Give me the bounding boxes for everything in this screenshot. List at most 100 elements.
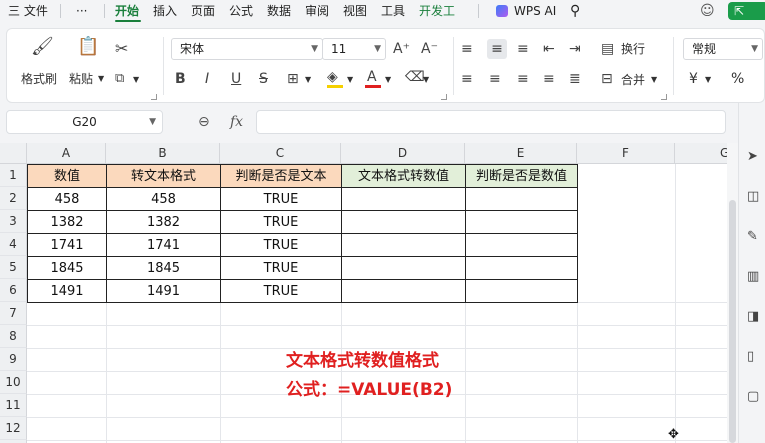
cut-icon[interactable]: ✂ (115, 41, 128, 57)
data-cell[interactable] (465, 210, 578, 234)
file-menu[interactable]: 三 文件 (8, 2, 48, 20)
data-cell[interactable]: 1741 (27, 233, 107, 257)
number-format-select[interactable]: 常规 ▼ (683, 38, 763, 60)
filter-icon[interactable]: ◨ (747, 309, 759, 324)
copy-icon[interactable]: ⧉ (115, 71, 124, 87)
style-icon[interactable]: ◫ (747, 189, 759, 204)
wrap-text-label[interactable]: 换行 (621, 41, 645, 57)
header-cell-is-number[interactable]: 判断是否是数值 (465, 164, 578, 188)
chevron-down-icon[interactable]: ▼ (149, 111, 156, 133)
column-header-a[interactable]: A (27, 143, 106, 164)
formula-input[interactable] (256, 110, 726, 134)
chevron-down-icon[interactable]: ▼ (347, 72, 353, 88)
data-cell[interactable]: 1741 (106, 233, 221, 257)
cursor-tool-icon[interactable]: ➤ (747, 149, 758, 164)
row-header-3[interactable]: 3 (0, 210, 27, 233)
header-cell-is-text[interactable]: 判断是否是文本 (220, 164, 342, 188)
document-icon[interactable]: ▯ (747, 349, 754, 364)
data-cell[interactable]: TRUE (220, 210, 342, 234)
function-icon[interactable]: fx (230, 114, 243, 130)
dialog-launcher[interactable] (661, 94, 667, 100)
fill-color-icon[interactable]: ◈ (327, 69, 338, 85)
share-button[interactable]: ⇱ (728, 2, 765, 20)
wrap-text-icon[interactable]: ▤ (601, 41, 614, 57)
row-header-8[interactable]: 8 (0, 325, 27, 348)
bold-button[interactable]: B (175, 71, 186, 87)
row-header-12[interactable]: 12 (0, 417, 27, 440)
spreadsheet-grid[interactable]: A B C D E F G 1 2 3 4 5 6 7 8 9 10 11 12… (0, 143, 727, 443)
underline-button[interactable]: U (231, 71, 241, 87)
data-cell[interactable]: 1845 (27, 256, 107, 280)
chat-icon[interactable]: ☺ (700, 2, 715, 20)
clear-format-icon[interactable]: ⌫ (405, 69, 425, 85)
tab-formula[interactable]: 公式 (229, 2, 253, 20)
data-cell[interactable] (341, 279, 466, 303)
row-header-1[interactable]: 1 (0, 164, 27, 187)
data-cell[interactable]: TRUE (220, 233, 342, 257)
paste-label[interactable]: 粘贴 (69, 71, 93, 87)
merge-cells-label[interactable]: 合并 (621, 72, 645, 88)
chevron-down-icon[interactable]: ▼ (133, 72, 139, 88)
chevron-down-icon[interactable]: ▼ (305, 72, 311, 88)
column-header-c[interactable]: C (220, 143, 341, 164)
format-painter-icon[interactable]: 🖌 (31, 38, 54, 56)
align-bottom-icon[interactable]: ≡ (517, 41, 529, 57)
dialog-launcher[interactable] (441, 94, 447, 100)
column-header-f[interactable]: F (577, 143, 675, 164)
data-cell[interactable]: TRUE (220, 187, 342, 211)
row-header-9[interactable]: 9 (0, 348, 27, 371)
data-cell[interactable]: TRUE (220, 279, 342, 303)
row-header-6[interactable]: 6 (0, 279, 27, 302)
align-top-icon[interactable]: ≡ (461, 41, 473, 57)
data-cell[interactable] (341, 187, 466, 211)
data-cell[interactable]: 1382 (27, 210, 107, 234)
data-cell[interactable]: 458 (27, 187, 107, 211)
align-right-icon[interactable]: ≡ (517, 71, 529, 87)
data-cell[interactable]: TRUE (220, 256, 342, 280)
wps-ai-button[interactable]: WPS AI (514, 2, 556, 20)
pen-icon[interactable]: ✎ (747, 229, 758, 244)
header-cell-to-number[interactable]: 文本格式转数值 (341, 164, 466, 188)
tab-tools[interactable]: 工具 (381, 2, 405, 20)
increase-font-icon[interactable]: A⁺ (393, 41, 410, 57)
row-header-10[interactable]: 10 (0, 371, 27, 394)
data-cell[interactable]: 1382 (106, 210, 221, 234)
search-icon[interactable]: ⚲ (570, 2, 580, 20)
align-middle-icon[interactable]: ≡ (487, 39, 507, 59)
more-menu[interactable]: ··· (76, 2, 87, 20)
borders-icon[interactable]: ⊞ (287, 71, 299, 87)
chevron-down-icon[interactable]: ▼ (385, 72, 391, 88)
currency-button[interactable]: ¥ (689, 71, 698, 87)
decrease-font-icon[interactable]: A⁻ (421, 41, 438, 57)
chevron-down-icon[interactable]: ▼ (423, 72, 429, 88)
font-name-select[interactable]: 宋体 ▼ (171, 38, 323, 60)
tab-view[interactable]: 视图 (343, 2, 367, 20)
row-header-5[interactable]: 5 (0, 256, 27, 279)
data-cell[interactable] (341, 210, 466, 234)
header-cell-to-text[interactable]: 转文本格式 (106, 164, 221, 188)
data-cell[interactable]: 458 (106, 187, 221, 211)
merge-cells-icon[interactable]: ⊟ (601, 71, 613, 87)
data-cell[interactable] (465, 279, 578, 303)
tab-home[interactable]: 开始 (115, 2, 139, 20)
chevron-down-icon[interactable]: ▼ (651, 72, 657, 88)
header-cell-value[interactable]: 数值 (27, 164, 107, 188)
data-cell[interactable] (465, 256, 578, 280)
column-header-b[interactable]: B (106, 143, 220, 164)
distributed-icon[interactable]: ≣ (569, 71, 581, 87)
align-left-icon[interactable]: ≡ (461, 71, 473, 87)
row-header-11[interactable]: 11 (0, 394, 27, 417)
column-header-d[interactable]: D (341, 143, 465, 164)
format-painter-label[interactable]: 格式刷 (21, 71, 57, 87)
data-cell[interactable]: 1845 (106, 256, 221, 280)
paste-icon[interactable]: 📋 (77, 38, 99, 56)
increase-indent-icon[interactable]: ⇥ (569, 41, 581, 57)
tab-insert[interactable]: 插入 (153, 2, 177, 20)
select-all-corner[interactable] (0, 143, 27, 164)
font-color-icon[interactable]: A (367, 69, 377, 85)
row-header-4[interactable]: 4 (0, 233, 27, 256)
data-cell[interactable] (341, 256, 466, 280)
data-cell[interactable] (465, 187, 578, 211)
zoom-icon[interactable]: ⊖ (198, 114, 210, 130)
column-header-g[interactable]: G (675, 143, 727, 164)
